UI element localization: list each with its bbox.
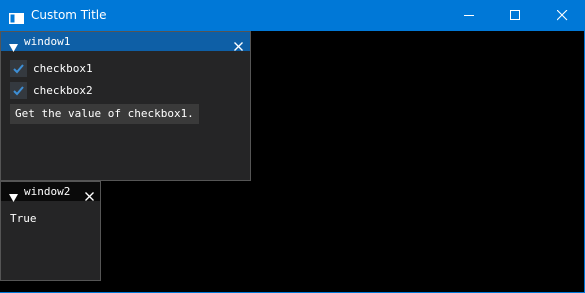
maximize-icon (510, 10, 520, 20)
window2-title: window2 (24, 185, 71, 198)
window2-close-icon[interactable] (85, 186, 94, 205)
window1-title: window1 (24, 35, 71, 48)
get-checkbox1-value-button[interactable]: Get the value of checkbox1. (10, 104, 199, 124)
collapse-triangle-icon[interactable] (9, 187, 18, 206)
checkmark-icon (13, 64, 24, 74)
window1-header[interactable]: window1 (1, 32, 250, 52)
minimize-icon (464, 15, 474, 16)
close-window-button[interactable] (539, 0, 585, 31)
minimize-button[interactable] (446, 0, 492, 31)
checkmark-icon (13, 86, 24, 96)
checkbox1-label: checkbox1 (33, 62, 93, 75)
maximize-button[interactable] (492, 0, 538, 31)
app-title-bar[interactable]: Custom Title (0, 0, 585, 31)
imgui-window-1: window1 checkbox1 checkbox2 Get the valu… (0, 31, 251, 181)
checkbox1-box[interactable] (10, 60, 27, 77)
close-icon (557, 10, 568, 21)
checkbox2-label: checkbox2 (33, 84, 93, 97)
window2-header[interactable]: window2 (1, 182, 100, 202)
app-window-icon (9, 9, 24, 24)
imgui-window-2: window2 True (0, 181, 101, 281)
checkbox2-box[interactable] (10, 82, 27, 99)
window1-close-icon[interactable] (234, 36, 243, 55)
app-title: Custom Title (31, 8, 107, 22)
result-text: True (10, 212, 37, 225)
collapse-triangle-icon[interactable] (9, 37, 18, 56)
